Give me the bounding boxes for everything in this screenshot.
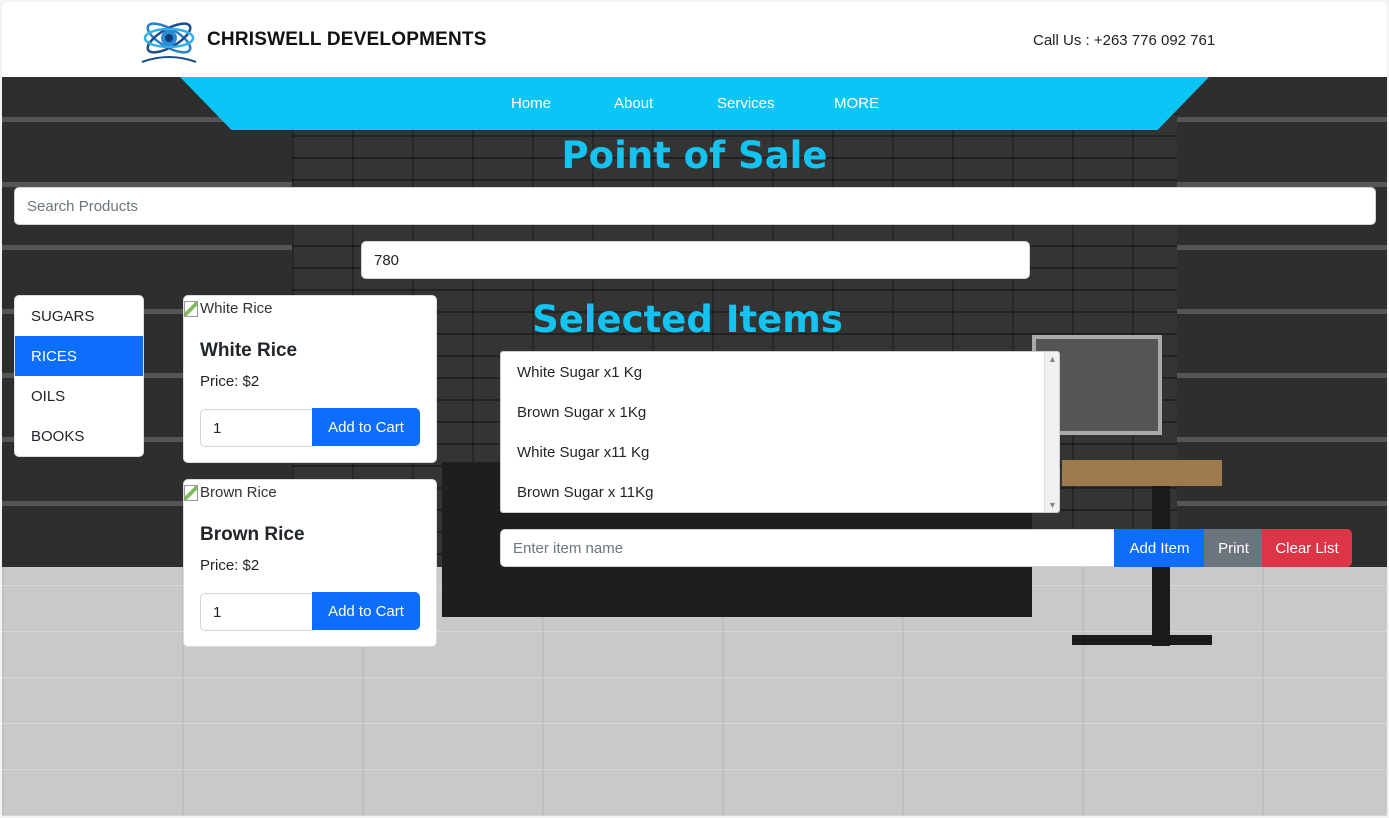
nav-about[interactable]: About [614, 95, 653, 112]
product-price: Price: $2 [200, 373, 260, 390]
category-books[interactable]: BOOKS [15, 416, 143, 456]
product-name: White Rice [200, 340, 298, 361]
amount-input[interactable]: 780 [361, 241, 1030, 279]
product-image: Brown Rice [184, 484, 277, 501]
category-rices[interactable]: RICES [15, 336, 143, 376]
category-oils[interactable]: OILS [15, 376, 143, 416]
quantity-input[interactable]: 1 [200, 409, 313, 447]
clear-list-button[interactable]: Clear List [1262, 529, 1352, 567]
quantity-input[interactable]: 1 [200, 593, 313, 631]
list-scrollbar[interactable]: ▲ ▼ [1044, 352, 1059, 512]
list-item[interactable]: White Sugar x11 Kg [501, 432, 1059, 472]
scroll-up-icon[interactable]: ▲ [1045, 352, 1059, 366]
item-name-input[interactable]: Enter item name [500, 529, 1115, 567]
nav-more[interactable]: MORE [834, 95, 879, 112]
contact-phone: Call Us : +263 776 092 761 [1033, 32, 1216, 49]
list-item[interactable]: White Sugar x1 Kg [501, 352, 1059, 392]
product-card: Brown Rice Brown Rice Price: $2 1 Add to… [183, 479, 437, 647]
selected-items-title: Selected Items [532, 298, 843, 341]
brand-name: CHRISWELL DEVELOPMENTS [207, 29, 487, 50]
atom-logo-icon [141, 22, 197, 63]
search-input[interactable]: Search Products [14, 187, 1376, 225]
product-image-alt: Brown Rice [200, 484, 277, 501]
product-name: Brown Rice [200, 524, 305, 545]
nav-services[interactable]: Services [717, 95, 775, 112]
add-to-cart-button[interactable]: Add to Cart [312, 408, 420, 446]
main-nav: Home About Services MORE [180, 77, 1209, 130]
broken-image-icon [184, 484, 198, 501]
site-header: CHRISWELL DEVELOPMENTS Call Us : +263 77… [2, 2, 1387, 77]
desk-image [1062, 460, 1222, 486]
print-button[interactable]: Print [1204, 529, 1263, 567]
list-item[interactable]: Brown Sugar x 11Kg [501, 472, 1059, 512]
list-item[interactable]: Brown Sugar x 1Kg [501, 392, 1059, 432]
page-title: Point of Sale [561, 134, 828, 177]
product-price: Price: $2 [200, 557, 260, 574]
add-to-cart-button[interactable]: Add to Cart [312, 592, 420, 630]
scroll-down-icon[interactable]: ▼ [1045, 498, 1059, 512]
add-item-button[interactable]: Add Item [1114, 529, 1205, 567]
nav-home[interactable]: Home [511, 95, 551, 112]
selected-items-list[interactable]: White Sugar x1 Kg Brown Sugar x 1Kg Whit… [500, 351, 1060, 513]
